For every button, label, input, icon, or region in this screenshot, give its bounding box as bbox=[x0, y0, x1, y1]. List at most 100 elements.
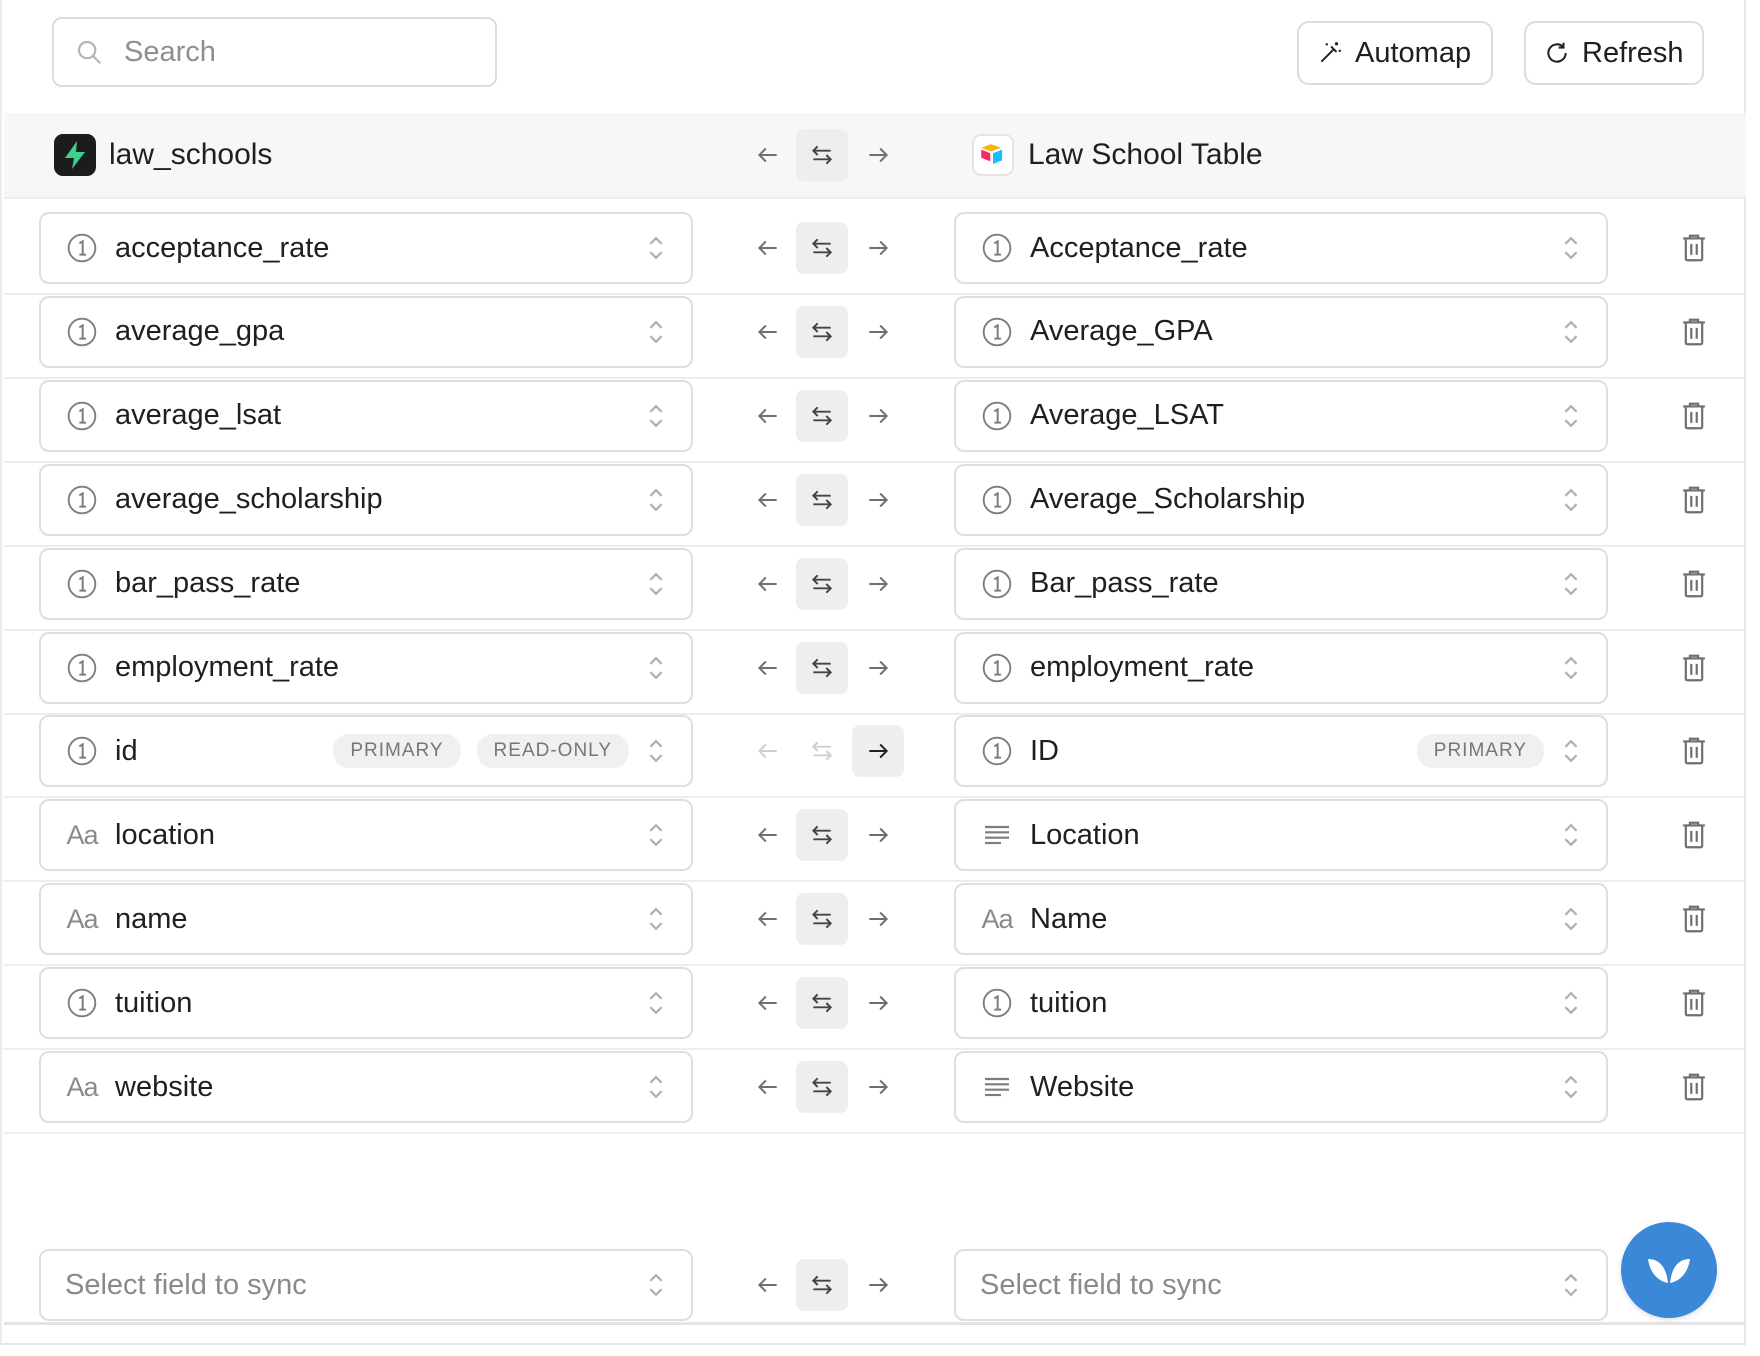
search-icon bbox=[77, 40, 102, 65]
bidirectional-sync-icon[interactable] bbox=[796, 557, 848, 610]
bidirectional-sync-icon[interactable] bbox=[796, 473, 848, 526]
delete-mapping-icon[interactable] bbox=[1676, 985, 1712, 1021]
arrow-right-icon[interactable] bbox=[852, 1259, 904, 1311]
arrow-left-icon[interactable] bbox=[744, 558, 792, 610]
source-field-select[interactable]: average_gpa bbox=[39, 295, 693, 368]
sync-direction-controls bbox=[744, 725, 914, 778]
destination-field-select[interactable]: Location bbox=[954, 799, 1608, 872]
arrow-left-icon[interactable] bbox=[744, 474, 792, 526]
chevron-updown-icon bbox=[645, 820, 667, 850]
source-field-select[interactable]: acceptance_rate bbox=[39, 212, 693, 284]
arrow-right-icon[interactable] bbox=[852, 977, 904, 1029]
airtable-logo-icon bbox=[972, 134, 1014, 176]
destination-field-select[interactable]: Select field to sync bbox=[954, 1249, 1608, 1321]
arrow-right-icon[interactable] bbox=[852, 306, 904, 358]
delete-mapping-icon[interactable] bbox=[1676, 482, 1712, 518]
bidirectional-sync-icon[interactable] bbox=[796, 129, 848, 181]
delete-mapping-icon[interactable] bbox=[1676, 650, 1712, 686]
destination-field-select[interactable]: employment_rate bbox=[954, 631, 1608, 704]
magic-wand-icon bbox=[1320, 42, 1341, 63]
search-field[interactable] bbox=[52, 17, 497, 87]
mapping-row: id PRIMARY READ-ONLY ID PRIMARY bbox=[4, 704, 1746, 799]
bidirectional-sync-icon[interactable] bbox=[796, 641, 848, 694]
destination-field-select[interactable]: Average_Scholarship bbox=[954, 463, 1608, 536]
primary-badge: PRIMARY bbox=[333, 734, 461, 769]
bidirectional-sync-icon[interactable] bbox=[796, 222, 848, 274]
destination-field-select[interactable]: Website bbox=[954, 1051, 1608, 1123]
arrow-right-icon[interactable] bbox=[852, 390, 904, 442]
bidirectional-sync-icon[interactable] bbox=[796, 1061, 848, 1113]
source-field-select[interactable]: Aa location bbox=[39, 799, 693, 872]
arrow-right-icon[interactable] bbox=[852, 558, 904, 610]
bidirectional-sync-icon[interactable] bbox=[796, 893, 848, 946]
number-type-icon bbox=[980, 399, 1014, 433]
scrollbar-track bbox=[4, 1322, 1746, 1325]
destination-field-select[interactable]: Average_LSAT bbox=[954, 379, 1608, 452]
sync-direction-controls bbox=[744, 557, 914, 610]
arrow-left-icon[interactable] bbox=[744, 977, 792, 1029]
delete-mapping-icon[interactable] bbox=[1676, 733, 1712, 769]
destination-field-select[interactable]: Average_GPA bbox=[954, 295, 1608, 368]
bidirectional-sync-icon[interactable] bbox=[796, 725, 848, 777]
arrow-left-icon[interactable] bbox=[744, 306, 792, 358]
bidirectional-sync-icon[interactable] bbox=[796, 305, 848, 358]
mapping-row: average_gpa Average_GPA bbox=[4, 285, 1746, 379]
arrow-right-icon[interactable] bbox=[852, 1061, 904, 1113]
bidirectional-sync-icon[interactable] bbox=[796, 389, 848, 442]
support-chat-button[interactable] bbox=[1621, 1222, 1717, 1318]
arrow-left-icon[interactable] bbox=[744, 222, 792, 274]
source-field-placeholder: Select field to sync bbox=[65, 1268, 307, 1301]
source-field-select[interactable]: bar_pass_rate bbox=[39, 547, 693, 620]
source-field-select[interactable]: id PRIMARY READ-ONLY bbox=[39, 715, 693, 788]
delete-mapping-icon[interactable] bbox=[1676, 566, 1712, 602]
field-name: website bbox=[115, 1070, 214, 1103]
search-input[interactable] bbox=[124, 35, 454, 69]
arrow-right-icon[interactable] bbox=[852, 725, 904, 778]
chevron-updown-icon bbox=[645, 569, 667, 599]
arrow-left-icon[interactable] bbox=[744, 1061, 792, 1113]
destination-field-select[interactable]: Bar_pass_rate bbox=[954, 547, 1608, 620]
delete-mapping-icon[interactable] bbox=[1676, 901, 1712, 937]
source-field-select[interactable]: employment_rate bbox=[39, 631, 693, 704]
mapping-header: law_schools Law School Table bbox=[4, 113, 1746, 199]
source-field-select[interactable]: Aa name bbox=[39, 883, 693, 956]
arrow-right-icon[interactable] bbox=[852, 129, 904, 181]
arrow-left-icon[interactable] bbox=[744, 642, 792, 694]
refresh-button[interactable]: Refresh bbox=[1524, 21, 1704, 85]
bidirectional-sync-icon[interactable] bbox=[796, 1259, 848, 1311]
destination-field-select[interactable]: ID PRIMARY bbox=[954, 715, 1608, 788]
source-field-select[interactable]: Select field to sync bbox=[39, 1249, 693, 1321]
destination-field-select[interactable]: Aa Name bbox=[954, 883, 1608, 956]
source-field-select[interactable]: Aa website bbox=[39, 1051, 693, 1123]
number-type-icon bbox=[980, 651, 1014, 685]
bidirectional-sync-icon[interactable] bbox=[796, 977, 848, 1030]
field-name: Bar_pass_rate bbox=[1030, 567, 1219, 600]
arrow-left-icon[interactable] bbox=[744, 1259, 792, 1311]
arrow-left-icon[interactable] bbox=[744, 809, 792, 861]
delete-mapping-icon[interactable] bbox=[1676, 398, 1712, 434]
source-field-select[interactable]: average_scholarship bbox=[39, 463, 693, 536]
sync-direction-controls bbox=[744, 641, 914, 694]
delete-mapping-icon[interactable] bbox=[1676, 817, 1712, 853]
field-name: average_gpa bbox=[115, 315, 285, 348]
arrow-left-icon[interactable] bbox=[744, 893, 792, 945]
delete-mapping-icon[interactable] bbox=[1676, 1069, 1712, 1105]
source-field-select[interactable]: tuition bbox=[39, 967, 693, 1040]
arrow-right-icon[interactable] bbox=[852, 642, 904, 694]
delete-mapping-icon[interactable] bbox=[1676, 314, 1712, 350]
arrow-left-icon[interactable] bbox=[744, 725, 792, 777]
destination-field-select[interactable]: tuition bbox=[954, 967, 1608, 1040]
arrow-right-icon[interactable] bbox=[852, 893, 904, 945]
delete-mapping-icon[interactable] bbox=[1676, 230, 1712, 266]
source-field-select[interactable]: average_lsat bbox=[39, 379, 693, 452]
arrow-right-icon[interactable] bbox=[852, 474, 904, 526]
arrow-left-icon[interactable] bbox=[744, 129, 792, 181]
field-name: id bbox=[115, 734, 138, 767]
automap-button[interactable]: Automap bbox=[1297, 21, 1493, 85]
destination-field-select[interactable]: Acceptance_rate bbox=[954, 212, 1608, 284]
arrow-right-icon[interactable] bbox=[852, 222, 904, 274]
arrow-right-icon[interactable] bbox=[852, 809, 904, 861]
bidirectional-sync-icon[interactable] bbox=[796, 809, 848, 862]
arrow-left-icon[interactable] bbox=[744, 390, 792, 442]
mapping-row: average_scholarship Average_Scholarship bbox=[4, 453, 1746, 547]
